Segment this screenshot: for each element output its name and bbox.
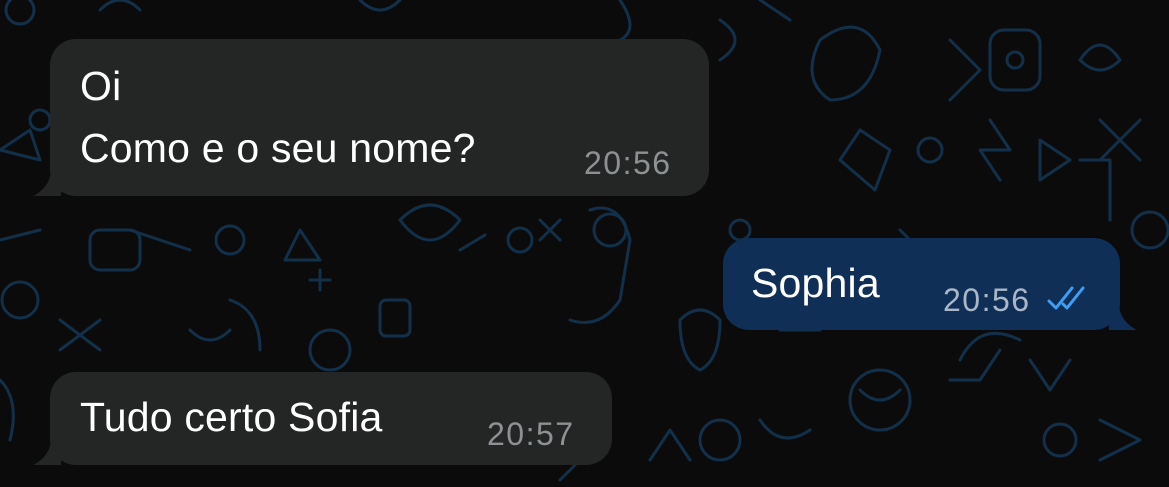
message-text-line: Tudo certo Sofia	[80, 394, 383, 440]
message-text-line: Como e o seu nome?	[80, 125, 476, 171]
message-text-line: Sophia	[751, 260, 880, 306]
chat-conversation: Oi Como e o seu nome? 20:56 Sophia 20:56…	[0, 0, 1169, 487]
double-check-read-icon	[1047, 286, 1085, 310]
bubble-tail-left	[33, 172, 61, 196]
incoming-message-bubble[interactable]: Oi Como e o seu nome? 20:56	[33, 39, 709, 196]
incoming-message-bubble[interactable]: Tudo certo Sofia 20:57	[33, 372, 612, 465]
bubble-tail-left	[33, 441, 61, 465]
message-timestamp: 20:57	[487, 416, 575, 452]
bubble-tail-right	[1109, 306, 1137, 330]
message-timestamp: 20:56	[584, 145, 672, 181]
outgoing-message-bubble[interactable]: Sophia 20:56	[723, 238, 1137, 330]
message-text-line: Oi	[80, 63, 122, 109]
message-timestamp: 20:56	[943, 282, 1031, 318]
